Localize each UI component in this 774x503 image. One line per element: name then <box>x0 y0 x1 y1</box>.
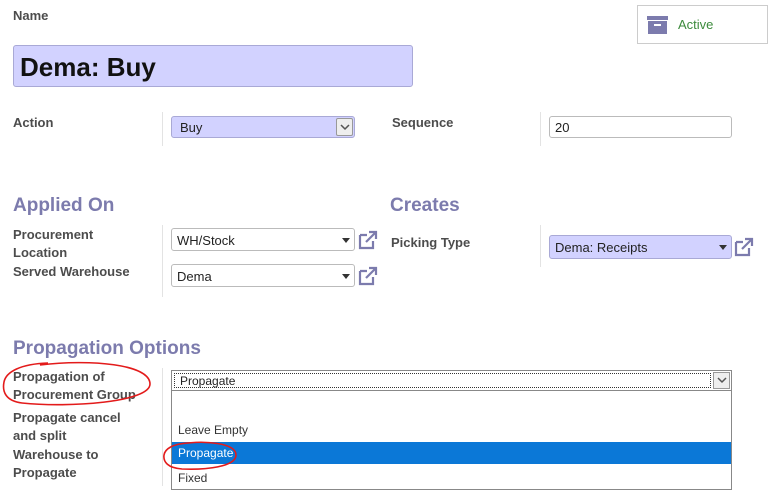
picking-type-label: Picking Type <box>391 235 471 250</box>
active-toggle-button[interactable]: Active <box>637 5 768 44</box>
caret-down-icon <box>342 238 350 243</box>
label-line: Propagate cancel <box>13 410 121 425</box>
creates-title: Creates <box>390 195 460 216</box>
red-annotation-circle <box>2 361 151 406</box>
option-blank[interactable] <box>172 396 731 414</box>
name-label: Name <box>13 8 49 23</box>
picking-type-value: Dema: Receipts <box>555 240 648 255</box>
label-line: Propagate <box>13 465 77 480</box>
option-fixed[interactable]: Fixed <box>172 469 731 487</box>
external-link-icon[interactable] <box>358 230 378 250</box>
sequence-input[interactable]: 20 <box>549 116 732 138</box>
served-warehouse-value: Dema <box>177 269 212 284</box>
sequence-label: Sequence <box>392 115 454 130</box>
red-annotation-circle <box>163 441 237 470</box>
action-select[interactable]: Buy <box>171 116 355 138</box>
archive-icon <box>647 16 668 34</box>
label-line: and split <box>13 428 67 443</box>
picking-type-select[interactable]: Dema: Receipts <box>549 235 732 259</box>
name-value: Dema: Buy <box>20 52 156 82</box>
warehouse-to-propagate-label: Warehouse to Propagate <box>13 446 98 482</box>
caret-down-icon <box>719 245 727 250</box>
procurement-location-select[interactable]: WH/Stock <box>171 228 355 251</box>
propagation-dropdown-list: Leave Empty Propagate Fixed <box>171 391 732 490</box>
option-leave-empty[interactable]: Leave Empty <box>172 421 731 439</box>
caret-down-icon <box>342 274 350 279</box>
divider <box>540 225 541 267</box>
label-line: Warehouse to <box>13 447 99 462</box>
action-label: Action <box>13 115 54 130</box>
served-warehouse-label: Served Warehouse <box>13 264 130 279</box>
propagation-group-select[interactable]: Propagate <box>171 370 732 391</box>
name-input[interactable]: Dema: Buy <box>13 45 413 87</box>
chevron-down-icon[interactable] <box>336 118 353 136</box>
propagation-selected-value: Propagate <box>180 374 236 388</box>
served-warehouse-select[interactable]: Dema <box>171 264 355 287</box>
propagation-options-title: Propagation Options <box>13 338 201 359</box>
option-propagate[interactable]: Propagate <box>172 442 731 464</box>
applied-on-title: Applied On <box>13 195 115 216</box>
propagate-cancel-label: Propagate cancel and split <box>13 409 121 445</box>
divider <box>162 225 163 297</box>
chevron-down-icon[interactable] <box>713 372 730 389</box>
label-line: Procurement <box>13 227 94 242</box>
external-link-icon[interactable] <box>734 237 754 257</box>
external-link-icon[interactable] <box>358 266 378 286</box>
label-line: Location <box>13 245 68 260</box>
divider <box>162 112 163 146</box>
procurement-location-label: Procurement Location <box>13 226 93 262</box>
divider <box>540 112 541 146</box>
procurement-location-value: WH/Stock <box>177 233 235 248</box>
action-value: Buy <box>180 120 203 135</box>
sequence-value: 20 <box>555 120 570 135</box>
focus-ring: Propagate <box>174 373 711 388</box>
active-label: Active <box>678 17 714 32</box>
